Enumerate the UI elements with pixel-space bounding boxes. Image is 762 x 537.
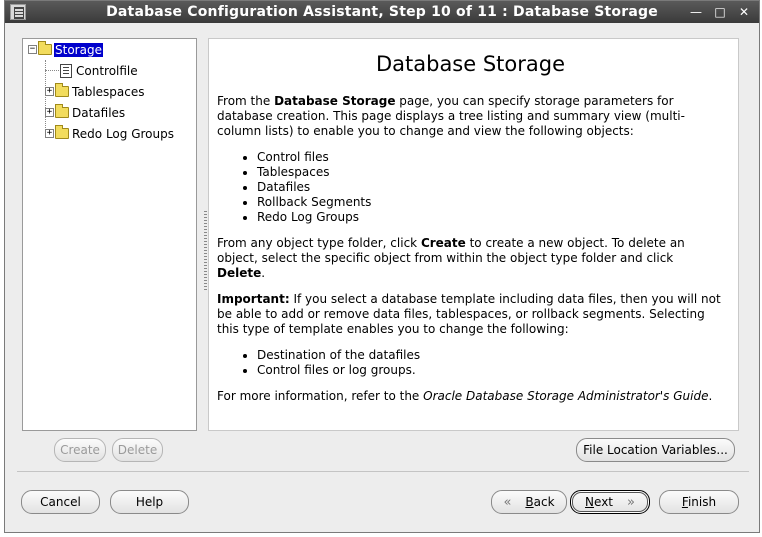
list-item: Rollback Segments: [257, 195, 724, 210]
changeable-list: Destination of the datafiles Control fil…: [217, 348, 724, 378]
page-title: Database Storage: [375, 52, 566, 76]
finish-button[interactable]: Finish: [659, 490, 739, 514]
expand-icon[interactable]: +: [45, 87, 54, 96]
create-delete-paragraph: From any object type folder, click Creat…: [217, 236, 685, 280]
create-button[interactable]: Create: [54, 438, 106, 462]
tree-item-label[interactable]: Controlfile: [75, 64, 139, 78]
folder-icon: [55, 104, 69, 118]
list-item: Tablespaces: [257, 165, 724, 180]
tree-item-label[interactable]: Tablespaces: [71, 85, 146, 99]
help-button[interactable]: Help: [110, 490, 189, 514]
tree-item-storage[interactable]: − Storage: [28, 41, 103, 58]
objects-list: Control files Tablespaces Datafiles Roll…: [217, 150, 724, 225]
delete-button[interactable]: Delete: [112, 438, 163, 462]
back-button[interactable]: « Back: [491, 490, 567, 514]
tree-item-redo-log-groups[interactable]: + Redo Log Groups: [45, 125, 175, 142]
panel-splitter[interactable]: [204, 211, 207, 291]
tree-item-tablespaces[interactable]: + Tablespaces: [45, 83, 146, 100]
tree-item-label[interactable]: Redo Log Groups: [71, 127, 175, 141]
list-item: Control files or log groups.: [257, 363, 724, 378]
more-info-paragraph: For more information, refer to the Oracl…: [217, 389, 713, 403]
finish-button-label: Finish: [681, 495, 717, 509]
cancel-button[interactable]: Cancel: [21, 490, 100, 514]
next-arrow-icon: »: [627, 494, 635, 510]
folder-icon: [55, 125, 69, 139]
next-button-label: Next: [585, 495, 613, 509]
important-paragraph: Important: If you select a database temp…: [217, 292, 721, 336]
file-location-variables-button[interactable]: File Location Variables...: [576, 438, 735, 462]
list-item: Datafiles: [257, 180, 724, 195]
list-item: Redo Log Groups: [257, 210, 724, 225]
folder-icon: [55, 83, 69, 97]
divider: [17, 471, 749, 472]
dbca-window: Database Configuration Assistant, Step 1…: [4, 0, 760, 533]
tree-item-label[interactable]: Datafiles: [71, 106, 126, 120]
window-title: Database Configuration Assistant, Step 1…: [106, 4, 658, 20]
tree-item-label[interactable]: Storage: [54, 42, 103, 57]
back-arrow-icon: «: [503, 494, 512, 510]
intro-paragraph: From the Database Storage page, you can …: [217, 94, 685, 138]
title-bar[interactable]: Database Configuration Assistant, Step 1…: [5, 1, 759, 23]
help-content-panel: Database Storage From the Database Stora…: [208, 38, 739, 431]
storage-tree[interactable]: − Storage Controlfile + Tablespaces + Da…: [22, 38, 197, 431]
list-item: Destination of the datafiles: [257, 348, 724, 363]
close-icon[interactable]: ✕: [735, 3, 753, 21]
expand-icon[interactable]: +: [45, 129, 54, 138]
collapse-icon[interactable]: −: [28, 45, 37, 54]
minimize-icon[interactable]: —: [687, 3, 705, 21]
tree-connector: [45, 70, 59, 71]
list-item: Control files: [257, 150, 724, 165]
folder-open-icon: [38, 41, 52, 55]
tree-item-datafiles[interactable]: + Datafiles: [45, 104, 126, 121]
expand-icon[interactable]: +: [45, 108, 54, 117]
maximize-icon[interactable]: □: [711, 3, 729, 21]
back-button-label: Back: [525, 495, 555, 509]
file-icon: [60, 63, 72, 78]
next-button[interactable]: Next »: [570, 490, 650, 514]
tree-item-controlfile[interactable]: Controlfile: [60, 62, 139, 79]
